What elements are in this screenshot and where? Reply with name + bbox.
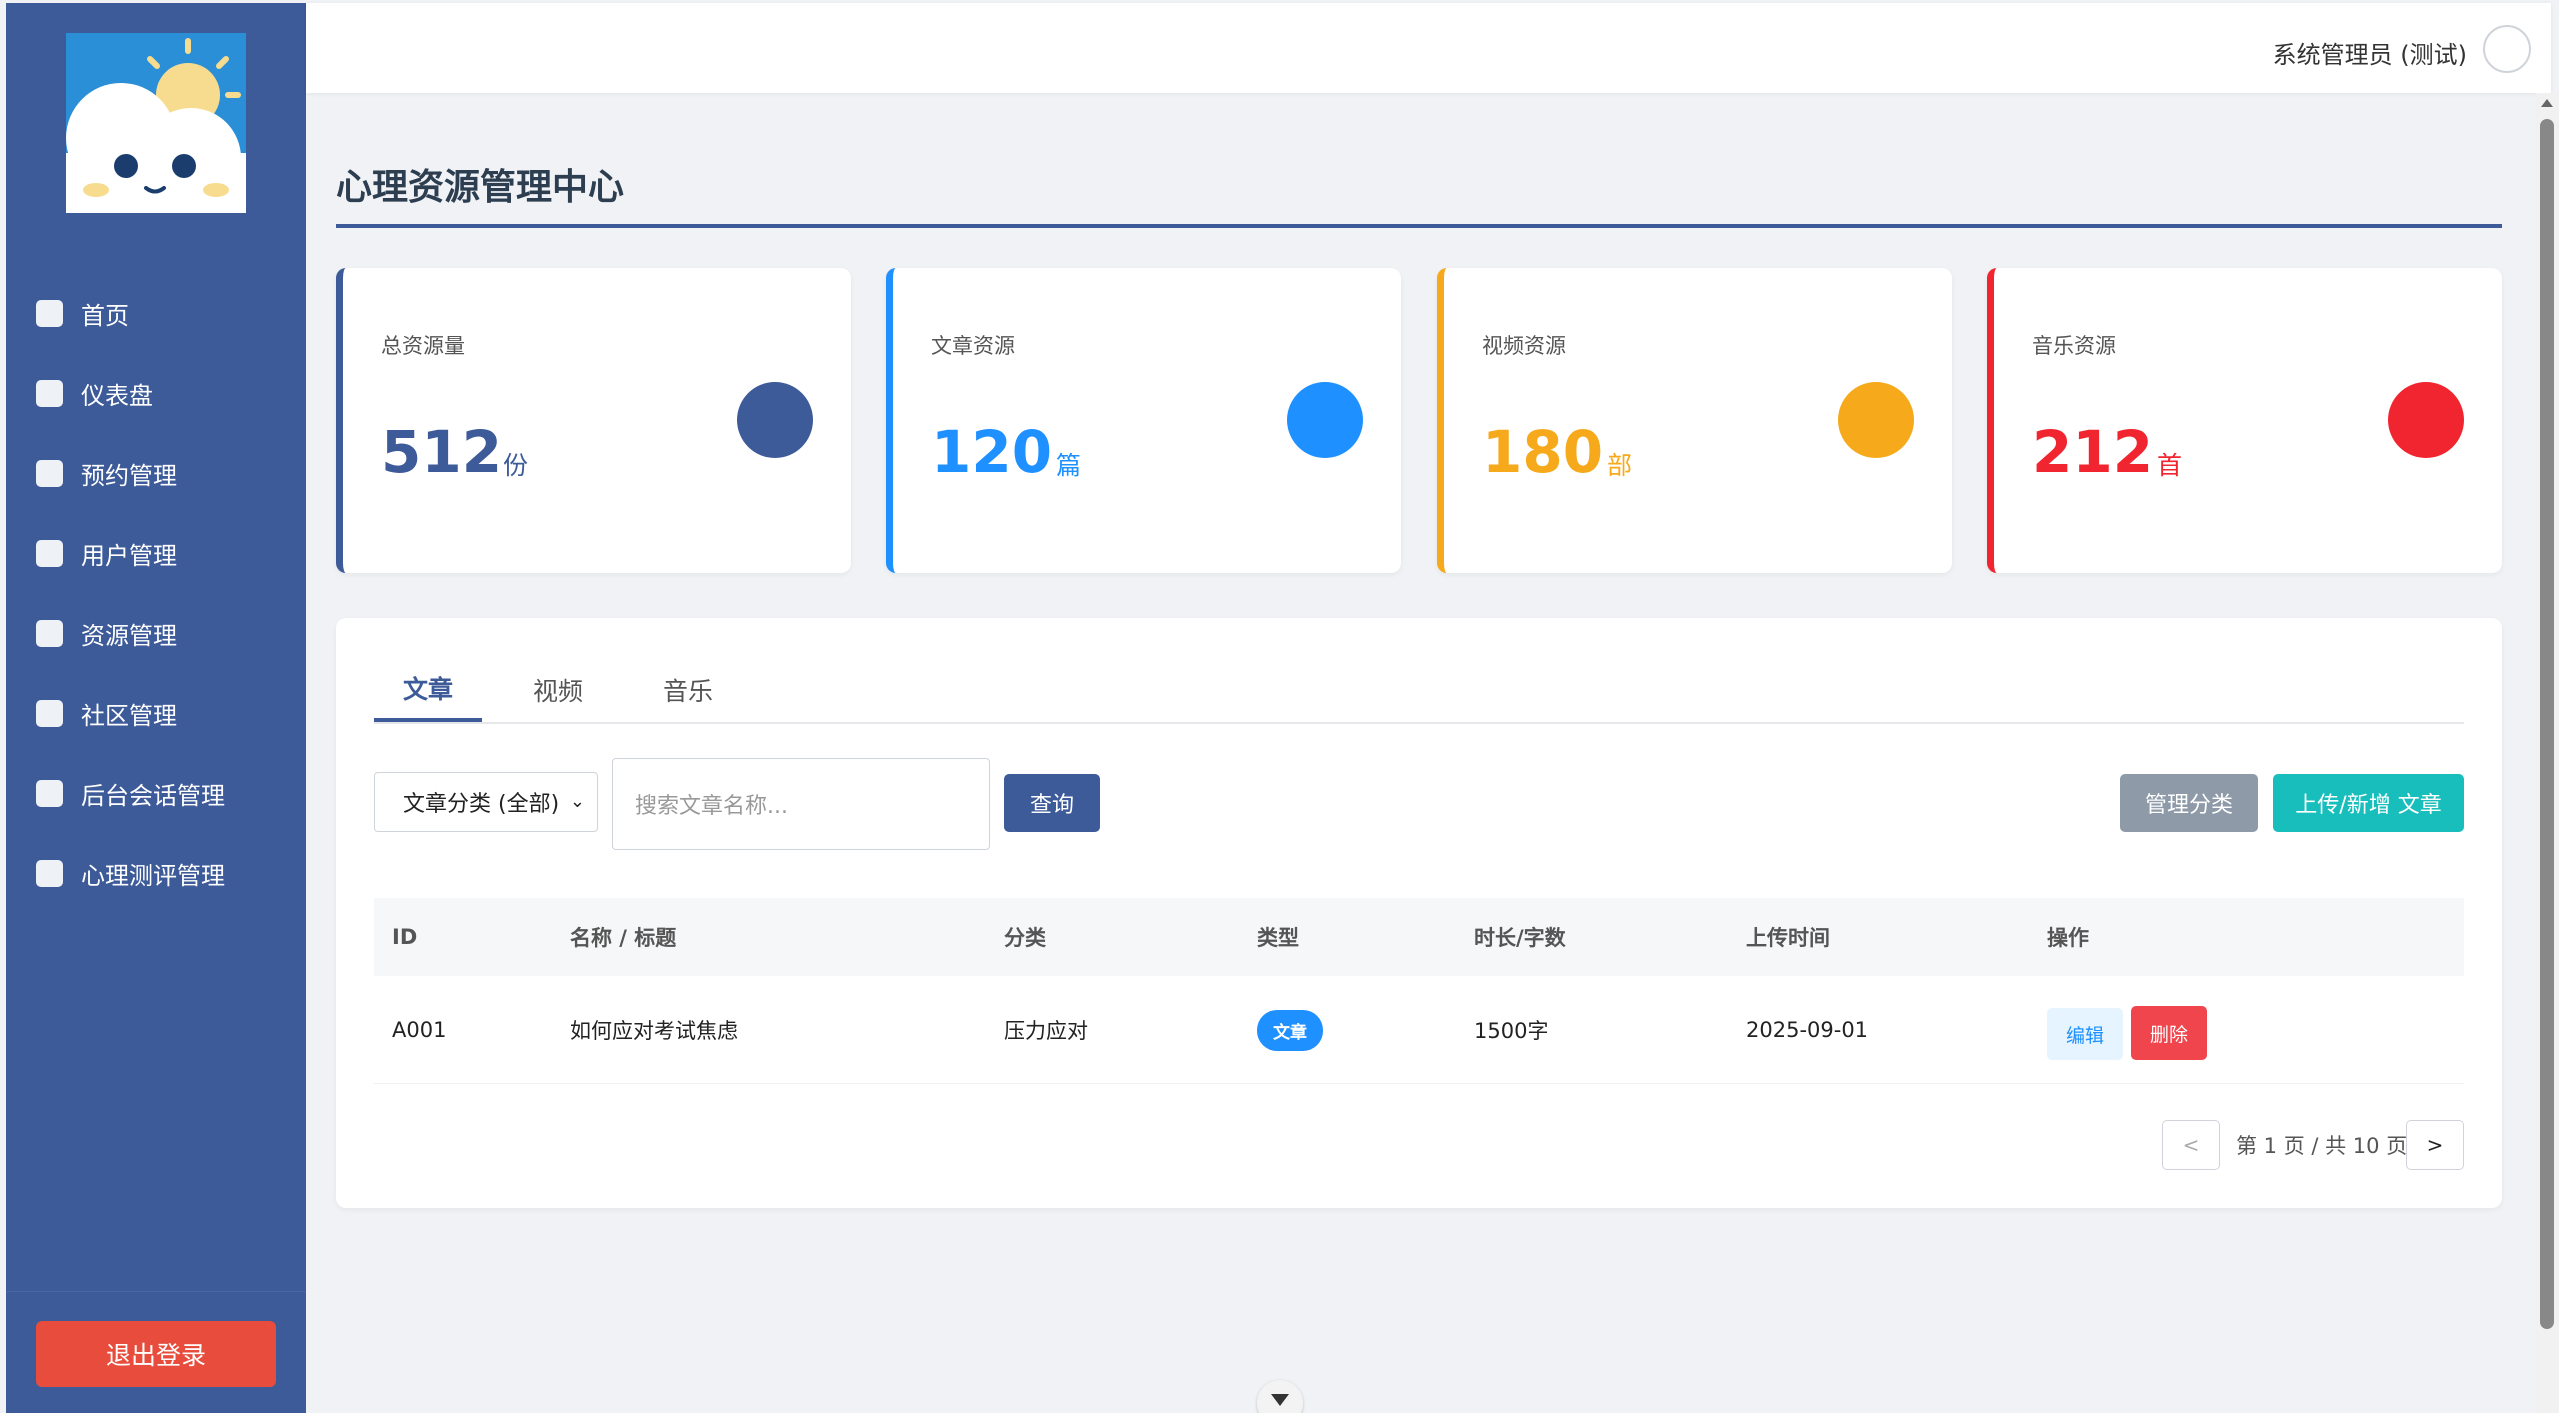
stat-card-music: 音乐资源 212 首 — [1987, 268, 2502, 573]
sidebar-item-assessments[interactable]: 心理测评管理 — [6, 833, 306, 913]
chevron-down-icon: ⌄ — [569, 791, 585, 812]
sidebar-item-label: 仪表盘 — [81, 381, 153, 410]
sidebar-item-appointments[interactable]: 预约管理 — [6, 433, 306, 513]
category-select-value: 文章分类 (全部) — [403, 792, 560, 817]
sidebar-item-sessions[interactable]: 后台会话管理 — [6, 753, 306, 833]
sidebar-item-dashboard[interactable]: 仪表盘 — [6, 353, 306, 433]
delete-button[interactable]: 删除 — [2131, 1006, 2207, 1060]
resource-table: ID 名称 / 标题 分类 类型 时长/字数 上传时间 操作 A001 如何应对… — [374, 898, 2464, 1084]
prev-page-button[interactable]: < — [2162, 1120, 2220, 1170]
column-header: 名称 / 标题 — [570, 926, 677, 950]
title-divider — [336, 224, 2502, 228]
stat-value: 212 — [2032, 418, 2154, 486]
stat-unit: 篇 — [1056, 451, 1082, 480]
checkbox-icon — [36, 539, 63, 567]
table-header: ID 名称 / 标题 分类 类型 时长/字数 上传时间 操作 — [374, 898, 2464, 976]
upload-article-button[interactable]: 上传/新增 文章 — [2273, 774, 2464, 832]
checkbox-icon — [36, 699, 63, 727]
stat-circle-icon — [737, 382, 813, 458]
cell-title: 如何应对考试焦虑 — [570, 1019, 738, 1043]
stat-unit: 份 — [503, 451, 529, 480]
arrow-down-icon — [1271, 1394, 1289, 1406]
stat-value: 180 — [1482, 418, 1604, 486]
column-header: 上传时间 — [1746, 926, 1830, 950]
stat-label: 总资源量 — [381, 334, 465, 358]
checkbox-icon — [36, 779, 63, 807]
logout-button[interactable]: 退出登录 — [36, 1321, 276, 1387]
stat-unit: 首 — [2157, 451, 2183, 480]
sidebar-item-label: 资源管理 — [81, 621, 177, 650]
table-row: A001 如何应对考试焦虑 压力应对 文章 1500字 2025-09-01 编… — [374, 976, 2464, 1084]
stat-value: 512 — [381, 418, 503, 486]
stat-circle-icon — [1287, 382, 1363, 458]
cell-id: A001 — [392, 1018, 447, 1042]
sidebar-item-label: 心理测评管理 — [81, 861, 225, 890]
sidebar-item-label: 预约管理 — [81, 461, 177, 490]
stat-unit: 部 — [1607, 451, 1633, 480]
column-header: 分类 — [1004, 926, 1046, 950]
sidebar-item-label: 用户管理 — [81, 541, 177, 570]
cell-length: 1500字 — [1474, 1019, 1549, 1043]
column-header: 时长/字数 — [1474, 926, 1566, 950]
search-input[interactable]: 搜索文章名称... — [612, 758, 990, 850]
stat-label: 视频资源 — [1482, 334, 1566, 358]
user-name: 系统管理员 (测试) — [2272, 41, 2467, 69]
stat-card-articles: 文章资源 120 篇 — [886, 268, 1401, 573]
cell-category: 压力应对 — [1004, 1019, 1088, 1043]
sidebar-item-home[interactable]: 首页 — [6, 273, 306, 353]
stat-card-total: 总资源量 512 份 — [336, 268, 851, 573]
next-page-button[interactable]: > — [2406, 1120, 2464, 1170]
page-info: 第 1 页 / 共 10 页 — [2236, 1134, 2408, 1158]
tab-videos[interactable]: 视频 — [504, 658, 612, 722]
top-header: 系统管理员 (测试) — [306, 3, 2551, 93]
type-badge: 文章 — [1257, 1009, 1323, 1051]
sidebar-item-label: 后台会话管理 — [81, 781, 225, 810]
logo-icon — [66, 33, 246, 213]
stat-label: 音乐资源 — [2032, 334, 2116, 358]
manage-category-button[interactable]: 管理分类 — [2120, 774, 2258, 832]
stat-value: 120 — [931, 418, 1053, 486]
stat-card-videos: 视频资源 180 部 — [1437, 268, 1952, 573]
checkbox-icon — [36, 619, 63, 647]
checkbox-icon — [36, 859, 63, 887]
resource-tabs: 文章 视频 音乐 — [374, 658, 2464, 724]
checkbox-icon — [36, 379, 63, 407]
cell-type: 文章 — [1257, 976, 1323, 1084]
cell-uploaded: 2025-09-01 — [1746, 1018, 1869, 1042]
stat-circle-icon — [1838, 382, 1914, 458]
page-title: 心理资源管理中心 — [336, 167, 625, 208]
column-header: 操作 — [2047, 926, 2089, 950]
column-header: ID — [392, 925, 418, 949]
checkbox-icon — [36, 299, 63, 327]
sidebar-item-label: 社区管理 — [81, 701, 177, 730]
checkbox-icon — [36, 459, 63, 487]
tab-music[interactable]: 音乐 — [634, 658, 742, 722]
avatar-icon[interactable] — [2483, 25, 2531, 73]
tab-articles[interactable]: 文章 — [374, 658, 482, 722]
query-button[interactable]: 查询 — [1004, 774, 1100, 832]
scrollbar-thumb[interactable] — [2540, 119, 2554, 1329]
column-header: 类型 — [1257, 926, 1299, 950]
category-select[interactable]: 文章分类 (全部) ⌄ — [374, 772, 598, 832]
scroll-up-arrow-icon[interactable] — [2541, 99, 2553, 107]
scroll-down-button[interactable] — [1257, 1380, 1303, 1413]
sidebar-item-community[interactable]: 社区管理 — [6, 673, 306, 753]
sidebar-divider — [6, 1291, 306, 1292]
sidebar: 首页 仪表盘 预约管理 用户管理 资源管理 社区管理 后台会话管理 心理测评管理… — [6, 3, 306, 1413]
sidebar-item-users[interactable]: 用户管理 — [6, 513, 306, 593]
sidebar-item-resources[interactable]: 资源管理 — [6, 593, 306, 673]
stat-circle-icon — [2388, 382, 2464, 458]
sidebar-item-label: 首页 — [81, 301, 129, 330]
scrollbar[interactable] — [2536, 93, 2559, 1413]
edit-button[interactable]: 编辑 — [2047, 1008, 2123, 1060]
resource-panel: 文章 视频 音乐 文章分类 (全部) ⌄ 搜索文章名称... 查询 管理分类 上… — [336, 618, 2502, 1208]
stat-label: 文章资源 — [931, 334, 1015, 358]
sidebar-nav: 首页 仪表盘 预约管理 用户管理 资源管理 社区管理 后台会话管理 心理测评管理 — [6, 273, 306, 913]
